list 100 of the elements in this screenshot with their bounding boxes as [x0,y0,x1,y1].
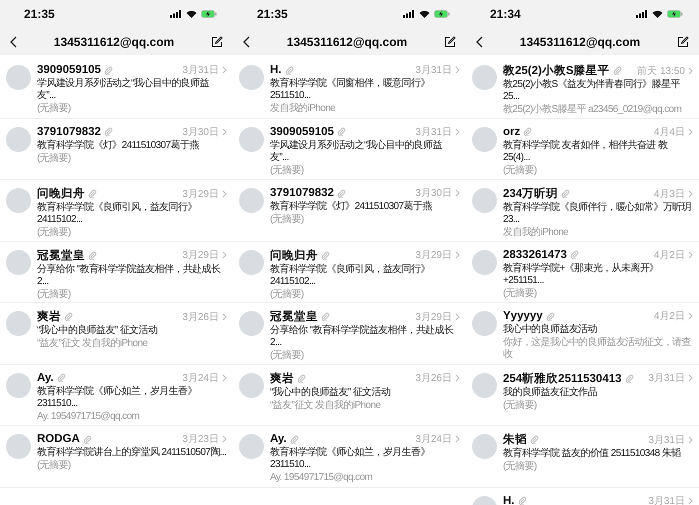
sender-name: 3791079832 [270,187,334,199]
mail-date: 3月26日 [415,372,452,385]
sender-name: H. [270,64,282,76]
mail-subject: 教育科学学院讲台上的穿堂风 2411510507陶... [37,447,227,459]
mail-subject: 教育科学学院《灯》2411510307葛于燕 [270,201,433,213]
avatar [239,65,264,90]
mail-subject: 教育科学学院《良师引风，益友同行》24115102... [37,202,198,226]
mail-preview: (无摘要) [503,164,538,176]
sender-name: 爽岩 [37,309,61,324]
mail-date: 3月31日 [415,126,452,138]
mail-row[interactable]: Ay. 3月24日 教育科学学院《师心如兰，岁月生香》2311510... Ay. 1954971715@qq.com [0,364,233,426]
avatar [472,250,497,274]
back-button[interactable] [476,36,483,48]
chevron-right-icon [222,374,227,382]
compose-button[interactable] [211,36,223,48]
chevron-right-icon [455,435,460,443]
mail-subject: 分享给你 ''教育科学学院益友相伴，共赴成长2... [37,264,222,288]
mail-preview: Ay. 1954971715@qq.com [270,472,374,484]
mailbox-title: 1345311612@qq.com [286,34,408,48]
mail-row[interactable]: 问晚归舟 3月29日 教育科学学院《良师引风，益友同行》24115102... (无摘要) [233,242,466,303]
avatar [472,65,497,90]
mail-date: 3月30日 [415,187,452,200]
chevron-right-icon [455,128,460,136]
chevron-right-icon [222,435,227,443]
mail-subject: 教育科学学院《良师伴行，暖心如常》万昕玥23... [503,202,692,226]
mail-date: 3月31日 [648,494,685,505]
avatar [239,434,264,459]
wifi-icon [652,10,663,18]
mail-row[interactable]: 3909059105 3月31日 学风建设月系列活动之“我心目中的良师益友”... (无摘要) [233,118,466,180]
back-button[interactable] [10,36,17,48]
back-button[interactable] [243,36,250,48]
signal-icon [636,10,648,18]
mail-subject: 教育科学学院+《那束光，从未离开》+251151... [503,262,660,286]
chevron-right-icon [222,251,227,259]
sender-name: 2833261473 [503,248,567,260]
mail-date: 3月29日 [182,188,219,200]
mail-date: 3月31日 [648,434,685,446]
battery-icon [434,10,450,18]
mail-preview: (无摘要) [37,103,72,115]
mail-row[interactable]: H. 3月31日 [466,488,699,505]
mail-preview: (无摘要) [503,288,538,300]
mail-row[interactable]: 254靳雅欣2511530413 3月31日 我的良师益友征文作品 (无摘要) [466,364,699,426]
battery-icon [201,10,217,18]
avatar [472,372,497,398]
sender-name: Yyyyyy [503,310,543,322]
sender-name: 问晚归舟 [270,248,318,262]
mail-row[interactable]: orz 4月4日 教育科学学院 友者如伴，相伴共奋进 教25(4)... (无摘要) [466,118,699,180]
sender-name: 冠冕堂皇 [270,309,318,324]
signal-icon [403,10,415,18]
mail-preview: (无摘要) [270,350,305,362]
sender-name: Ay. [37,372,54,384]
sender-name: 254靳雅欣2511530413 [503,372,622,386]
mail-date: 4月4日 [654,126,685,138]
chevron-right-icon [455,251,460,259]
mail-preview: (无摘要) [37,288,72,300]
mail-row[interactable]: 3791079832 3月30日 教育科学学院《灯》2411510307葛于燕 (无摘要) [0,118,233,180]
mail-row[interactable]: 爽岩 3月26日 “我心中的良师益友” 征文活动 “益友”征文 发自我的iPhone [233,364,466,426]
mail-preview: Ay. 1954971715@qq.com [37,410,140,422]
mail-subject: 学风建设月系列活动之“我心目中的良师益友”... [37,78,210,102]
sender-name: orz [503,126,520,138]
mail-date: 3月29日 [415,310,452,324]
chevron-right-icon [222,312,227,320]
avatar [472,126,497,152]
chevron-right-icon [222,66,227,74]
compose-button[interactable] [444,36,456,48]
chevron-right-icon [688,190,693,198]
mail-date: 3月30日 [182,126,219,138]
mail-subject: 教育科学学院 友者如伴，相伴共奋进 教25(4)... [503,140,668,164]
mail-date: 3月31日 [648,372,685,385]
sender-name: 234万昕玥 [503,186,558,201]
mail-row[interactable]: 2833261473 4月2日 教育科学学院+《那束光，从未离开》+251151... (无摘要) [466,242,699,303]
chevron-right-icon [688,496,693,504]
mailbox-title: 1345311612@qq.com [52,34,176,48]
mail-date: 4月3日 [654,188,685,200]
sender-name: RODGA [37,433,80,445]
mail-preview: (无摘要) [270,214,305,226]
mail-preview: 发自我的iPhone [270,103,336,115]
mail-preview: (无摘要) [503,400,538,412]
avatar [6,372,31,398]
sender-name: 问晚归舟 [37,186,85,201]
mail-preview: (无摘要) [270,288,305,300]
mail-date: 4月2日 [654,248,685,262]
mail-preview: 发自我的iPhone [503,227,570,239]
chevron-right-icon [222,190,227,198]
mail-date: 3月29日 [415,249,452,262]
mail-subject: 教育科学学院《良师引风，益友同行》24115102... [270,264,431,288]
avatar [6,434,31,459]
avatar [472,434,497,459]
mail-date: 3月31日 [182,64,219,77]
compose-button[interactable] [677,36,689,48]
status-time: 21:35 [257,7,288,21]
wifi-icon [186,10,197,18]
mail-subject: 教育科学学院 益友的价值 2511510348 朱韬 [503,448,682,460]
mail-preview: (无摘要) [37,152,72,164]
chevron-right-icon [688,312,693,320]
avatar [472,311,497,336]
mail-date: 3月29日 [182,249,219,262]
mail-row[interactable]: 冠冕堂皇 3月29日 分享给你 ''教育科学学院益友相伴，共赴成长2... (无摘要) [0,242,233,303]
mail-preview: (无摘要) [270,164,305,176]
sender-name: 3909059105 [270,126,334,138]
